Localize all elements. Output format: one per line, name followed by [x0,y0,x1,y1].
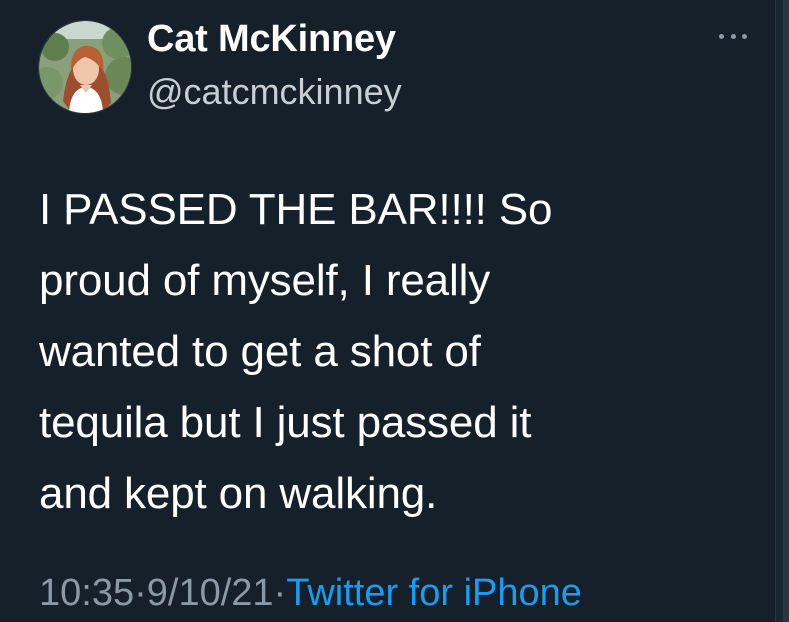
more-horizontal-icon [719,33,724,39]
tweet-time[interactable]: 10:35 [39,567,134,619]
avatar[interactable] [38,20,132,114]
more-horizontal-icon [742,33,747,39]
scrollbar-track [776,0,783,622]
tweet-metadata: 10:35 · 9/10/21 · Twitter for iPhone [39,567,582,619]
tweet-text: I PASSED THE BAR!!!! So proud of myself,… [39,185,553,518]
profile-photo-icon [39,21,131,113]
tweet-card: Cat McKinney @catcmckinney I PASSED THE … [0,0,775,622]
scrollbar[interactable] [775,0,789,622]
author-handle[interactable]: @catcmckinney [147,68,402,116]
metadata-separator: · [134,572,147,614]
author-name[interactable]: Cat McKinney [147,14,396,64]
tweet-date[interactable]: 9/10/21 [147,567,274,619]
metadata-separator: · [273,572,287,614]
more-horizontal-icon [730,33,736,39]
tweet-source-link[interactable]: Twitter for iPhone [286,567,582,619]
more-options-button[interactable] [716,24,750,48]
